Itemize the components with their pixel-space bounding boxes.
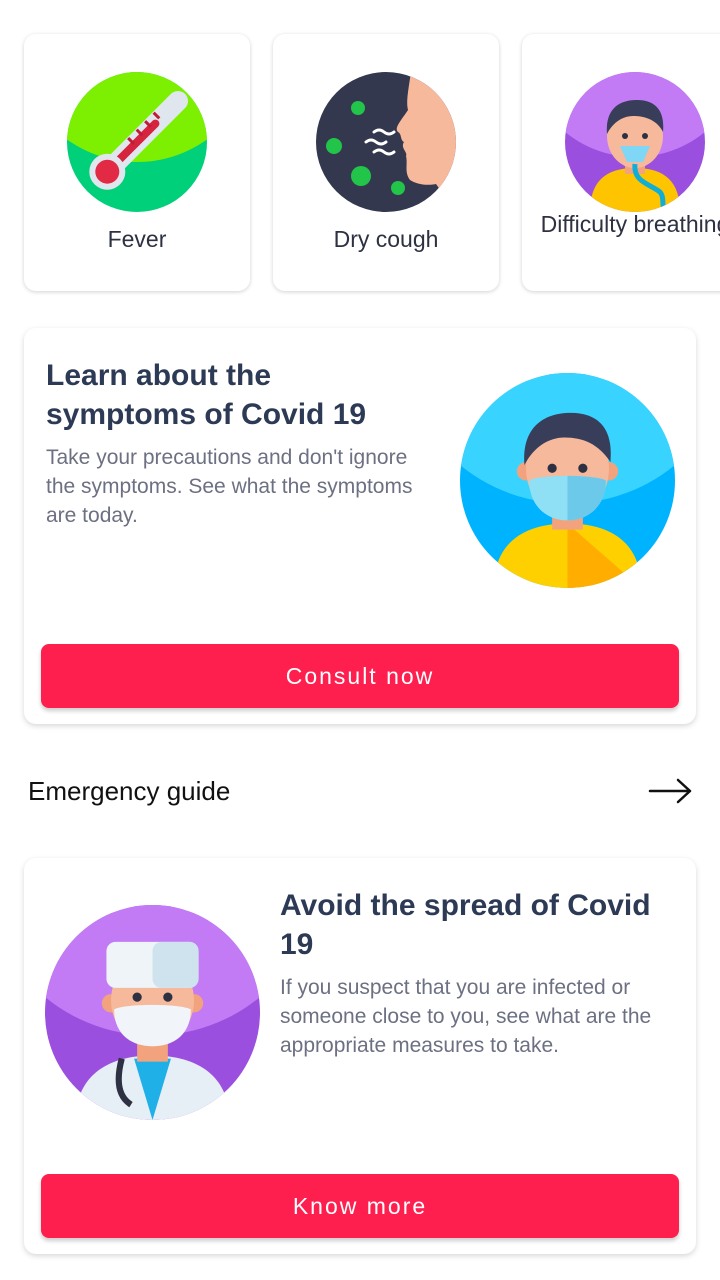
cough-icon	[316, 72, 456, 212]
consult-now-button[interactable]: Consult now	[41, 644, 679, 708]
learn-card-description: Take your precautions and don't ignore t…	[46, 446, 413, 527]
symptom-label: Difficulty breathing	[540, 211, 720, 237]
spread-card-description: If you suspect that you are infected or …	[280, 976, 652, 1057]
symptom-label: Fever	[107, 226, 167, 252]
symptom-card-difficulty-breathing[interactable]: Difficulty breathing	[522, 34, 720, 291]
symptom-card-dry-cough[interactable]: Dry cough	[273, 34, 499, 291]
learn-symptoms-card: Learn about the symptoms of Covid 19 Tak…	[24, 328, 696, 724]
arrow-right-icon[interactable]	[648, 776, 694, 806]
symptom-label: Dry cough	[333, 226, 439, 252]
thermometer-icon	[67, 72, 207, 212]
know-more-button[interactable]: Know more	[41, 1174, 679, 1238]
symptom-card-fever[interactable]: Fever	[24, 34, 250, 291]
emergency-guide-heading: Emergency guide	[28, 776, 231, 806]
avoid-spread-card: Avoid the spread of Covid 19 If you susp…	[24, 858, 696, 1254]
spread-card-title: Avoid the spread of Covid 19	[280, 889, 651, 961]
doctor-icon	[45, 905, 260, 1120]
oxygen-mask-icon	[565, 72, 705, 212]
masked-person-icon	[460, 373, 675, 588]
learn-card-title: Learn about the symptoms of Covid 19	[46, 359, 367, 431]
